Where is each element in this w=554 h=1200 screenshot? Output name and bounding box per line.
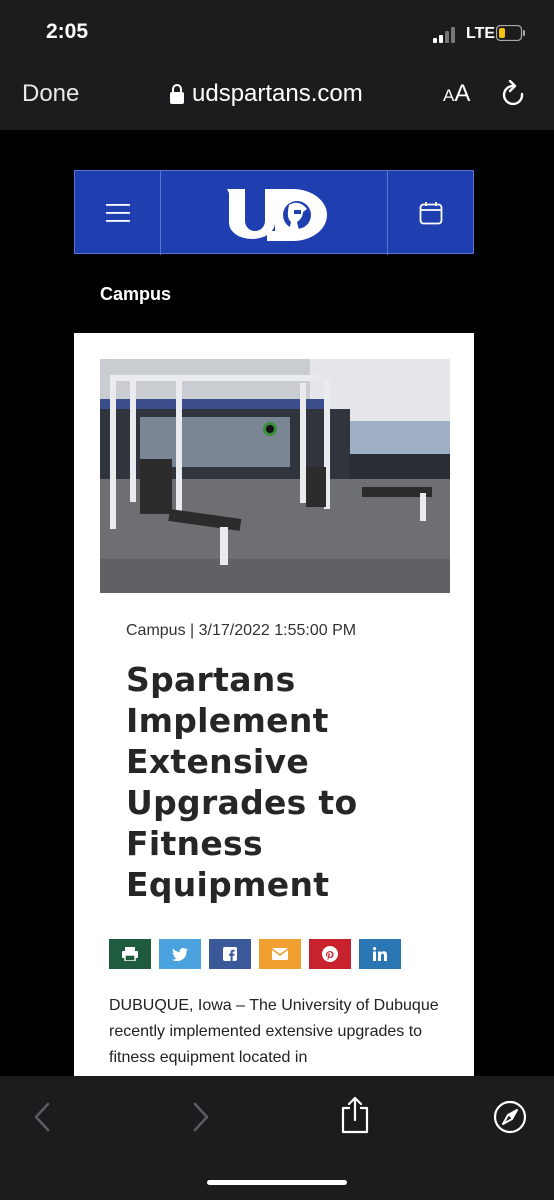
twitter-icon: [172, 947, 188, 961]
pinterest-icon: [322, 946, 338, 962]
printer-icon: [122, 947, 138, 961]
article-card: Campus | 3/17/2022 1:55:00 PM Spartans I…: [74, 333, 474, 1076]
network-type: LTE: [466, 25, 496, 42]
forward-arrow-icon[interactable]: [192, 1102, 210, 1132]
article-body: DUBUQUE, Iowa – The University of Dubuqu…: [109, 997, 439, 1066]
share-facebook-button[interactable]: [209, 939, 251, 969]
share-linkedin-button[interactable]: [359, 939, 401, 969]
aa-large: A: [454, 80, 471, 107]
menu-button[interactable]: [75, 171, 161, 255]
compass-icon[interactable]: [493, 1100, 527, 1134]
share-buttons: [109, 939, 401, 969]
calendar-button[interactable]: [387, 171, 473, 255]
web-page: Campus Campus | 3/17/2022 1:55:00 PM Spa…: [0, 130, 554, 1076]
back-arrow-icon[interactable]: [33, 1102, 51, 1132]
site-header: [74, 170, 474, 255]
browser-toolbar: Done udspartans.com AA: [0, 62, 554, 130]
text-size-button[interactable]: AA: [443, 80, 470, 108]
article-photo: [100, 359, 450, 593]
status-time: 2:05: [46, 20, 89, 43]
share-email-button[interactable]: [259, 939, 301, 969]
share-icon[interactable]: [340, 1096, 370, 1134]
facebook-icon: [223, 947, 237, 961]
section-label[interactable]: Campus: [100, 284, 171, 305]
share-twitter-button[interactable]: [159, 939, 201, 969]
hamburger-icon: [106, 204, 130, 222]
linkedin-icon: [372, 947, 387, 961]
url-text: udspartans.com: [192, 80, 363, 107]
calendar-icon: [419, 202, 443, 225]
status-bar: 2:05 LTE: [0, 0, 554, 62]
cellular-signal-icon: [433, 27, 455, 43]
mail-icon: [272, 948, 288, 960]
reload-icon[interactable]: [501, 80, 527, 110]
article-headline: Spartans Implement Extensive Upgrades to…: [126, 660, 358, 904]
battery-icon: [496, 25, 525, 41]
address-bar[interactable]: udspartans.com: [170, 78, 363, 110]
article-meta: Campus | 3/17/2022 1:55:00 PM: [126, 622, 357, 639]
share-print-button[interactable]: [109, 939, 151, 969]
home-indicator: [207, 1180, 347, 1185]
lock-icon: [170, 84, 184, 104]
done-button[interactable]: Done: [22, 80, 79, 108]
share-pinterest-button[interactable]: [309, 939, 351, 969]
aa-small: A: [443, 86, 455, 105]
ud-spartans-logo[interactable]: [223, 185, 329, 241]
